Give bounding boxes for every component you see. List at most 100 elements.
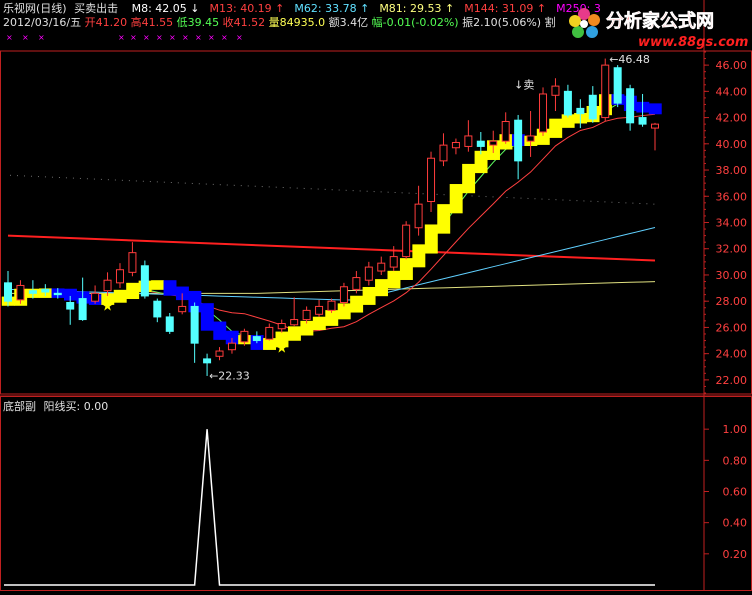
signal-marker: × xyxy=(6,33,13,42)
ribbon-block xyxy=(113,289,127,303)
signal-marker: × xyxy=(169,33,176,42)
ma-legend-item: M8: 42.05 ↓ xyxy=(131,2,200,15)
candle-body xyxy=(227,342,236,351)
sub-panel-value: 0.00 xyxy=(83,400,109,413)
ribbon-block xyxy=(200,303,214,331)
indicator-name: 买卖出击 xyxy=(74,2,119,15)
candle-body xyxy=(78,298,87,321)
y-tick-label: 34.00 xyxy=(716,217,748,230)
candle-body xyxy=(638,117,647,125)
candle-body xyxy=(439,144,448,162)
candle-body xyxy=(66,302,75,310)
candle-body xyxy=(389,256,398,268)
y-tick-label: 38.00 xyxy=(716,164,748,177)
y-tick-label: 32.00 xyxy=(716,243,748,256)
candle-body xyxy=(526,135,535,142)
signal-marker: × xyxy=(156,33,163,42)
quote-date: 2012/03/16/五 xyxy=(3,16,82,29)
stock-title: 乐视网(日线) xyxy=(3,2,67,15)
ribbon-block xyxy=(449,184,463,214)
ribbon-block xyxy=(399,258,413,280)
ribbon-block xyxy=(424,224,438,254)
candle-body xyxy=(103,279,112,292)
header-row-1: 乐视网(日线) 买卖出击 M8: 42.05 ↓ M13: 40.19 ↑ M62:… xyxy=(3,2,601,15)
ma144-line xyxy=(7,234,656,262)
y-tick-label: 28.00 xyxy=(716,295,748,308)
candle-body xyxy=(576,107,585,115)
ribbon-block xyxy=(362,286,376,305)
candle-body xyxy=(215,350,224,357)
y-tick-label: 36.00 xyxy=(716,190,748,203)
candle-body xyxy=(352,277,361,290)
candle-body xyxy=(464,135,473,147)
candle-body xyxy=(153,300,162,318)
sub-y-tick-label: 1.00 xyxy=(723,423,748,436)
logo-text: 分析家公式网 xyxy=(606,10,714,32)
candle-body xyxy=(339,286,348,304)
sub-signal-line xyxy=(4,429,655,586)
y-tick-label: 22.00 xyxy=(716,374,748,387)
y-tick-label: 26.00 xyxy=(716,321,748,334)
candle-body xyxy=(327,300,336,311)
candle-body xyxy=(539,93,548,133)
sub-panel-title: 底部副 xyxy=(3,400,36,413)
sell-signal-label: ↓卖 xyxy=(514,79,534,92)
quote-low: 低39.45 xyxy=(176,16,220,29)
candle-body xyxy=(601,64,610,119)
y-tick-label: 42.00 xyxy=(716,112,748,125)
logo-url: www.88gs.com xyxy=(638,35,748,50)
signal-marker: × xyxy=(143,33,150,42)
candle-body xyxy=(16,284,25,301)
candle-body xyxy=(302,309,311,321)
candle-body xyxy=(626,88,635,124)
candle-body xyxy=(651,123,659,129)
candle-body xyxy=(91,292,100,302)
y-tick-label: 40.00 xyxy=(716,138,748,151)
signal-marker: × xyxy=(38,33,45,42)
candle-body xyxy=(501,121,510,142)
quote-amplitude: 振2.10(5.06%) xyxy=(462,16,542,29)
sub-y-tick-label: 0.40 xyxy=(723,517,748,530)
high-price-label: ←46.48 xyxy=(609,53,650,66)
y-tick-label: 30.00 xyxy=(716,269,748,282)
candle-body xyxy=(178,305,187,313)
candle-body xyxy=(53,292,62,296)
ribbon-block xyxy=(151,280,165,290)
price-chart[interactable]: 22.00 24.00 26.00 28.00 30.00 32.00 34.00 36.00… xyxy=(0,0,752,591)
candle-body xyxy=(427,157,436,203)
candle-body xyxy=(41,288,50,293)
sub-panel-border xyxy=(0,396,752,591)
chart-stage: 22.00 24.00 26.00 28.00 30.00 32.00 34.00 36.00… xyxy=(0,0,752,591)
ribbon-block xyxy=(648,103,662,115)
candle-body xyxy=(128,252,137,273)
ribbon-block xyxy=(163,280,177,296)
signal-marker: × xyxy=(208,33,215,42)
sub-y-tick-label: 0.20 xyxy=(723,548,748,561)
candle-body xyxy=(402,224,411,258)
candle-body xyxy=(315,305,324,315)
candle-body xyxy=(514,119,523,162)
quote-tail: 割 xyxy=(544,16,556,29)
signal-marker: × xyxy=(130,33,137,42)
candle-body xyxy=(115,269,124,284)
quote-volume: 量84935.0 xyxy=(268,16,326,29)
candle-body xyxy=(277,322,286,330)
candle-body xyxy=(588,94,597,120)
sub-y-tick-label: 0.80 xyxy=(723,454,748,467)
dotted-trend-line xyxy=(9,174,656,205)
signal-marker: × xyxy=(236,33,243,42)
candle-body xyxy=(190,305,199,344)
y-tick-label: 44.00 xyxy=(716,85,748,98)
ribbon-block xyxy=(412,244,426,268)
quote-change: 幅-0.01(-0.02%) xyxy=(371,16,459,29)
buy-star-icon: ★ xyxy=(275,340,288,356)
buy-star-icon: ★ xyxy=(101,298,114,314)
site-logo: 分析家公式网 www.88gs.com xyxy=(568,4,748,50)
candle-body xyxy=(252,336,261,342)
ribbon-block xyxy=(126,282,140,300)
candle-body xyxy=(476,140,485,147)
ribbon-block xyxy=(462,163,476,194)
signal-marker: × xyxy=(118,33,125,42)
ribbon-block xyxy=(387,270,401,289)
ma-legend-item: M81: 29.53 ↑ xyxy=(379,2,455,15)
